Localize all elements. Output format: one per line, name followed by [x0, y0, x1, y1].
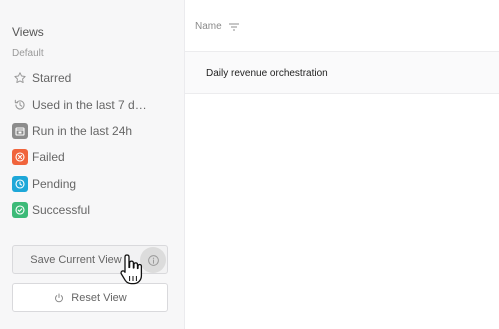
view-item-starred[interactable]: Starred — [12, 69, 177, 87]
power-icon — [53, 292, 65, 304]
sort-filter-icon[interactable] — [228, 22, 240, 32]
app-root: Views Default Starred Used in the last 7… — [0, 0, 499, 329]
row-name-cell: Daily revenue orchestration — [206, 68, 328, 79]
view-item-label: Pending — [32, 177, 77, 191]
reset-view-button[interactable]: Reset View — [12, 283, 168, 312]
history-icon — [12, 97, 28, 113]
column-header-name[interactable]: Name — [195, 21, 240, 32]
column-header-label: Name — [195, 21, 222, 32]
main-content: Name Daily revenue orchestration — [185, 0, 499, 329]
table-header: Name — [185, 0, 499, 52]
x-circle-icon — [12, 149, 28, 165]
view-item-pending[interactable]: Pending — [12, 175, 177, 193]
hand-cursor-icon — [120, 254, 143, 285]
views-title: Views — [12, 25, 44, 39]
table-row[interactable]: Daily revenue orchestration — [185, 52, 499, 94]
view-item-failed[interactable]: Failed — [12, 148, 177, 166]
clock-icon — [12, 176, 28, 192]
calendar-icon — [12, 123, 28, 139]
view-item-successful[interactable]: Successful — [12, 201, 177, 219]
view-item-run-24h[interactable]: Run in the last 24h — [12, 122, 177, 140]
check-circle-icon — [12, 202, 28, 218]
view-item-label: Successful — [32, 203, 91, 217]
view-item-label: Run in the last 24h — [32, 124, 133, 138]
section-label-default: Default — [12, 48, 44, 59]
reset-view-label: Reset View — [71, 291, 127, 304]
view-item-label: Used in the last 7 d… — [32, 98, 147, 112]
view-item-recent[interactable]: Used in the last 7 d… — [12, 96, 177, 114]
view-item-label: Starred — [32, 71, 72, 85]
view-item-label: Failed — [32, 150, 65, 164]
views-sidebar: Views Default Starred Used in the last 7… — [0, 0, 185, 329]
star-outline-icon — [12, 70, 28, 86]
save-current-view-label: Save Current View — [30, 253, 122, 266]
